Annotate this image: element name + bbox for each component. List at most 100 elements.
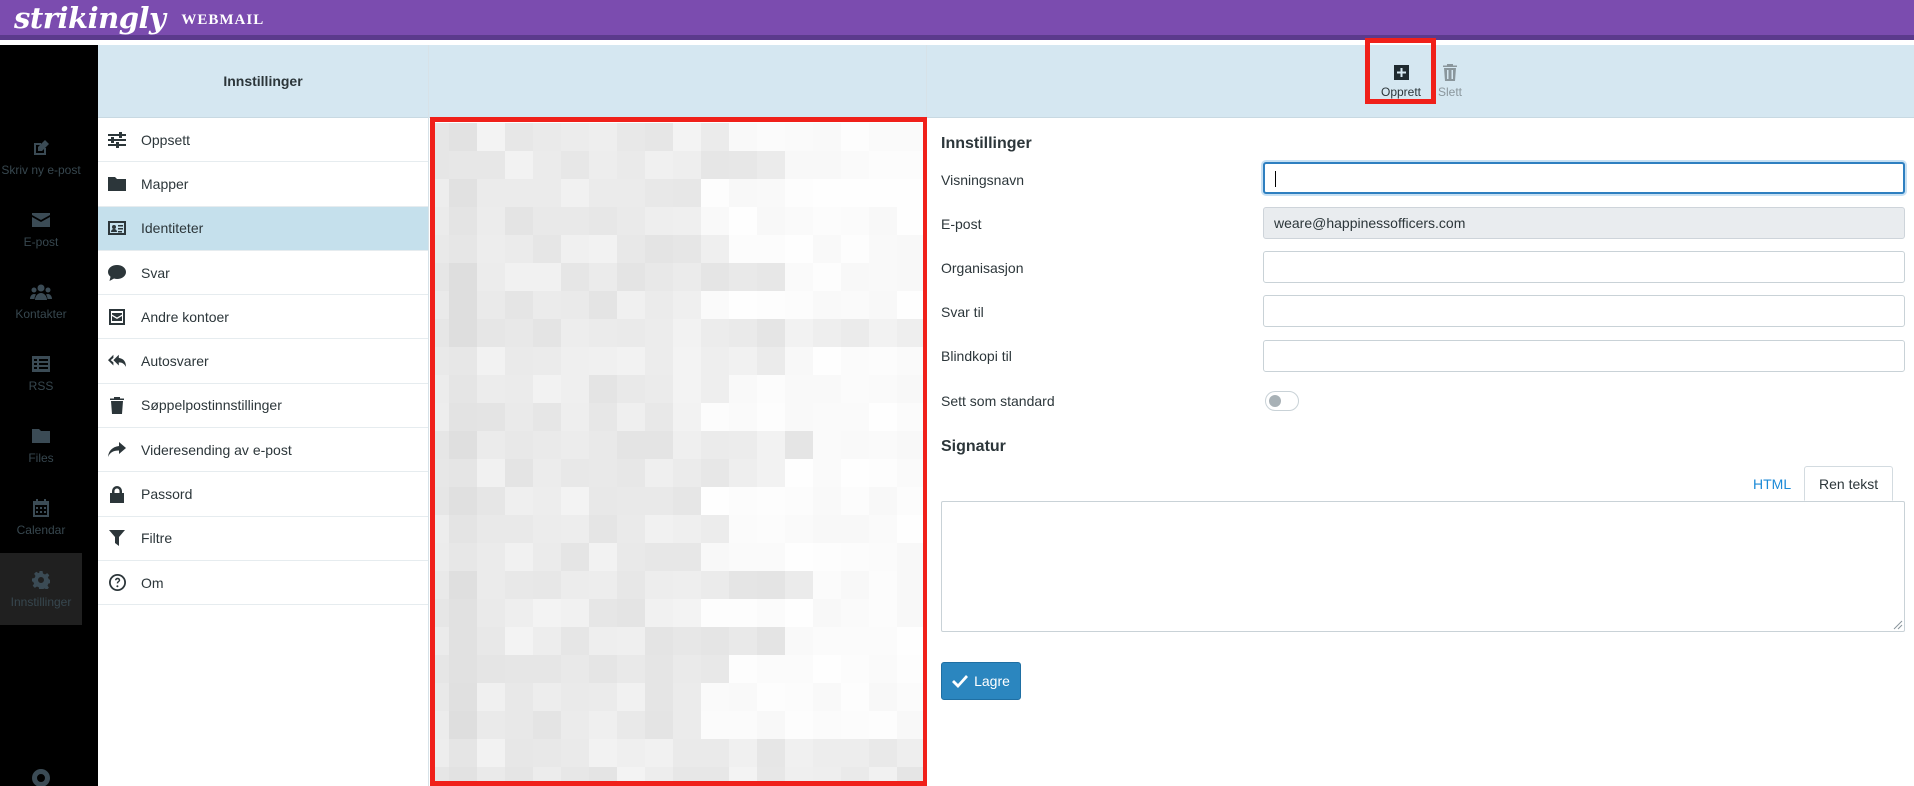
nav-calendar[interactable]: Calendar [0, 481, 82, 553]
mosaic-tile [897, 655, 925, 683]
tab-plain-text[interactable]: Ren tekst [1804, 466, 1894, 501]
mosaic-tile [645, 375, 673, 403]
mosaic-tile [645, 487, 673, 515]
mosaic-tile [477, 683, 505, 711]
mosaic-tile [505, 431, 533, 459]
mosaic-tile [841, 655, 869, 683]
create-button[interactable]: Opprett [1375, 52, 1427, 110]
mosaic-tile [841, 515, 869, 543]
mosaic-tile [561, 627, 589, 655]
mosaic-tile [533, 571, 561, 599]
signature-textarea[interactable] [941, 501, 1905, 632]
mosaic-tile [729, 767, 757, 786]
mosaic-tile [757, 767, 785, 786]
mosaic-tile [505, 235, 533, 263]
email-field[interactable]: weare@happinessofficers.com [1263, 207, 1905, 239]
top-bar: strikingly WEBMAIL [0, 0, 1914, 40]
mosaic-tile [841, 151, 869, 179]
filter-icon [108, 529, 126, 547]
bcc-input[interactable] [1263, 340, 1905, 372]
settings-item-svar[interactable]: Svar [98, 251, 428, 296]
nav-settings[interactable]: Innstillinger [0, 553, 82, 625]
calendar-icon [30, 498, 52, 518]
mosaic-tile [477, 767, 505, 786]
set-default-label: Sett som standard [941, 393, 1055, 409]
mosaic-tile [729, 431, 757, 459]
mosaic-tile [505, 655, 533, 683]
mosaic-tile [533, 487, 561, 515]
mosaic-tile [841, 599, 869, 627]
organization-input[interactable] [1263, 251, 1905, 283]
nav-files[interactable]: Files [0, 409, 82, 481]
mosaic-tile [617, 431, 645, 459]
mosaic-tile [673, 487, 701, 515]
mosaic-tile [701, 739, 729, 767]
mosaic-tile [757, 655, 785, 683]
mosaic-tile [449, 179, 477, 207]
mosaic-tile [869, 655, 897, 683]
mosaic-tile [869, 459, 897, 487]
create-button-label: Opprett [1380, 85, 1422, 99]
form-section-title: Innstillinger [941, 135, 1032, 152]
settings-item-videresending[interactable]: Videresending av e-post [98, 428, 428, 473]
mosaic-tile [813, 571, 841, 599]
mosaic-tile [435, 515, 449, 543]
mosaic-tile [897, 319, 925, 347]
mosaic-tile [617, 151, 645, 179]
settings-item-soppelpost[interactable]: Søppelpostinnstillinger [98, 384, 428, 429]
settings-item-filtre[interactable]: Filtre [98, 517, 428, 561]
nav-label: RSS [28, 378, 54, 393]
mosaic-tile [841, 627, 869, 655]
reply-to-input[interactable] [1263, 295, 1905, 327]
mosaic-tile [813, 543, 841, 571]
resize-grip-icon[interactable] [1893, 620, 1903, 630]
settings-item-identiteter[interactable]: Identiteter [98, 206, 428, 251]
mosaic-tile [813, 375, 841, 403]
mosaic-tile [533, 123, 561, 151]
reply-to-label: Svar til [941, 304, 984, 320]
mosaic-tile [673, 375, 701, 403]
mosaic-tile [505, 739, 533, 767]
mosaic-tile [561, 403, 589, 431]
tab-html[interactable]: HTML [1739, 466, 1805, 501]
mosaic-tile [449, 487, 477, 515]
mosaic-tile [561, 543, 589, 571]
save-button-label: Lagre [974, 673, 1010, 689]
mosaic-tile [813, 179, 841, 207]
mosaic-tile [897, 571, 925, 599]
support-icon[interactable] [32, 769, 50, 786]
mosaic-tile [785, 207, 813, 235]
mosaic-tile [785, 459, 813, 487]
mosaic-tile [449, 711, 477, 739]
settings-item-oppsett[interactable]: Oppsett [98, 118, 428, 163]
settings-item-om[interactable]: Om [98, 561, 428, 606]
nav-email[interactable]: E-post [0, 193, 82, 265]
nav-compose[interactable]: Skriv ny e-post [0, 121, 82, 193]
display-name-label: Visningsnavn [941, 172, 1025, 188]
settings-item-passord[interactable]: Passord [98, 472, 428, 517]
set-default-toggle[interactable] [1265, 391, 1299, 411]
mosaic-tile [533, 459, 561, 487]
settings-item-autosvarer[interactable]: Autosvarer [98, 339, 428, 384]
settings-item-andre-kontoer[interactable]: Andre kontoer [98, 295, 428, 340]
delete-button[interactable]: Slett [1424, 52, 1476, 110]
settings-item-mapper[interactable]: Mapper [98, 162, 428, 207]
mosaic-tile [561, 123, 589, 151]
mosaic-tile [785, 151, 813, 179]
mosaic-tile [561, 347, 589, 375]
mosaic-tile [841, 263, 869, 291]
nav-rss[interactable]: RSS [0, 337, 82, 409]
mosaic-tile [589, 263, 617, 291]
mosaic-tile [841, 403, 869, 431]
mosaic-tile [813, 655, 841, 683]
mosaic-tile [897, 487, 925, 515]
mosaic-tile [673, 683, 701, 711]
display-name-input[interactable] [1263, 162, 1905, 194]
mosaic-tile [701, 319, 729, 347]
save-button[interactable]: Lagre [941, 662, 1021, 700]
mosaic-tile [589, 515, 617, 543]
nav-contacts[interactable]: Kontakter [0, 265, 82, 337]
identity-list-redacted[interactable] [429, 119, 927, 786]
mosaic-tile [729, 655, 757, 683]
brand[interactable]: strikingly WEBMAIL [14, 0, 264, 36]
